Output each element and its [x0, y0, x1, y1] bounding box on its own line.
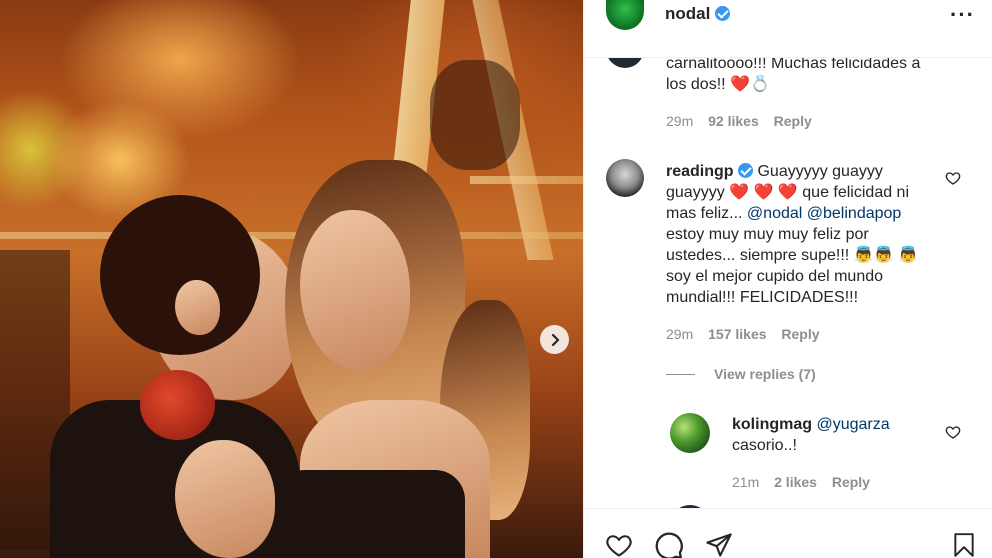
post-actions-bar — [584, 508, 992, 558]
commenter-avatar[interactable] — [606, 159, 644, 197]
like-comment-heart-icon[interactable] — [945, 170, 961, 186]
verified-badge-icon — [738, 163, 754, 178]
more-options-icon[interactable]: ··· — [950, 2, 975, 28]
man-ear — [175, 280, 220, 335]
comment-time: 21m — [732, 474, 760, 490]
comment-likes[interactable]: 157 likes — [708, 326, 766, 342]
comments-list[interactable]: carnalitoooo!!! Muchas felicidades a los… — [584, 58, 992, 508]
bookmark-icon[interactable] — [951, 531, 977, 558]
comment-body: casorio..! — [732, 437, 797, 454]
mention-link[interactable]: @belindapop — [807, 205, 902, 222]
comment-text: carnalitoooo!!! Muchas felicidades a los… — [666, 58, 936, 95]
post-header: nodal ··· — [584, 0, 992, 58]
light-beam — [0, 232, 583, 239]
heart-icon[interactable] — [604, 531, 634, 558]
view-replies-button[interactable]: View replies (7) — [666, 366, 816, 382]
cupid-emoji: 👼 — [897, 247, 918, 264]
mention-link[interactable]: @yugarza — [816, 416, 889, 433]
comment-time: 29m — [666, 113, 694, 129]
post-author-name[interactable]: nodal — [665, 4, 731, 24]
comment-body: carnalitoooo!!! Muchas felicidades a los… — [666, 58, 921, 93]
next-photo-button[interactable] — [540, 325, 569, 354]
comment-body: soy el mejor cupido del mundo mundial!!!… — [666, 268, 884, 306]
reply-button[interactable]: Reply — [774, 113, 812, 129]
comment-text: kolingmag @yugarza casorio..! — [732, 414, 952, 456]
mention-link[interactable]: @nodal — [747, 205, 802, 222]
share-icon[interactable] — [704, 531, 734, 558]
comment-meta: 29m 92 likes Reply — [666, 113, 823, 129]
divider — [666, 373, 695, 375]
commenter-avatar[interactable] — [606, 58, 644, 68]
author-username[interactable]: nodal — [665, 4, 710, 23]
rose — [140, 370, 215, 440]
man-hair — [100, 195, 260, 355]
reply-button[interactable]: Reply — [781, 326, 819, 342]
woman-dress — [275, 470, 465, 558]
comment-meta: 21m 2 likes Reply — [732, 474, 881, 490]
comment-icon[interactable] — [654, 531, 684, 558]
comment-meta: 29m 157 likes Reply — [666, 326, 831, 342]
comment-text: readingp Guayyyyy guayyy guayyyy ❤️ ❤️ ❤… — [666, 161, 936, 308]
comment-time: 29m — [666, 326, 694, 342]
commenter-avatar[interactable] — [670, 413, 710, 453]
light-beam — [470, 176, 583, 184]
comment-likes[interactable]: 2 likes — [774, 474, 817, 490]
post-photo[interactable] — [0, 0, 583, 558]
heart-ring-emoji: ❤️💍 — [730, 76, 770, 93]
view-replies-label[interactable]: View replies (7) — [714, 366, 816, 382]
post-author-avatar[interactable] — [606, 0, 644, 30]
reply-button[interactable]: Reply — [832, 474, 870, 490]
comment-likes[interactable]: 92 likes — [708, 113, 759, 129]
like-comment-heart-icon[interactable] — [945, 424, 961, 440]
comment-body: estoy muy muy muy feliz por ustedes... s… — [666, 226, 869, 264]
commenter-username[interactable]: readingp — [666, 163, 734, 180]
cupid-emoji: 👼👼 — [853, 247, 894, 264]
hearts-emoji: ❤️ ❤️ ❤️ — [729, 184, 798, 201]
shadow — [430, 60, 520, 170]
verified-badge-icon — [715, 6, 731, 21]
post-panel: nodal ··· carnalitoooo!!! Muchas felicid… — [583, 0, 992, 558]
chevron-right-icon — [551, 333, 559, 346]
commenter-username[interactable]: kolingmag — [732, 416, 812, 433]
